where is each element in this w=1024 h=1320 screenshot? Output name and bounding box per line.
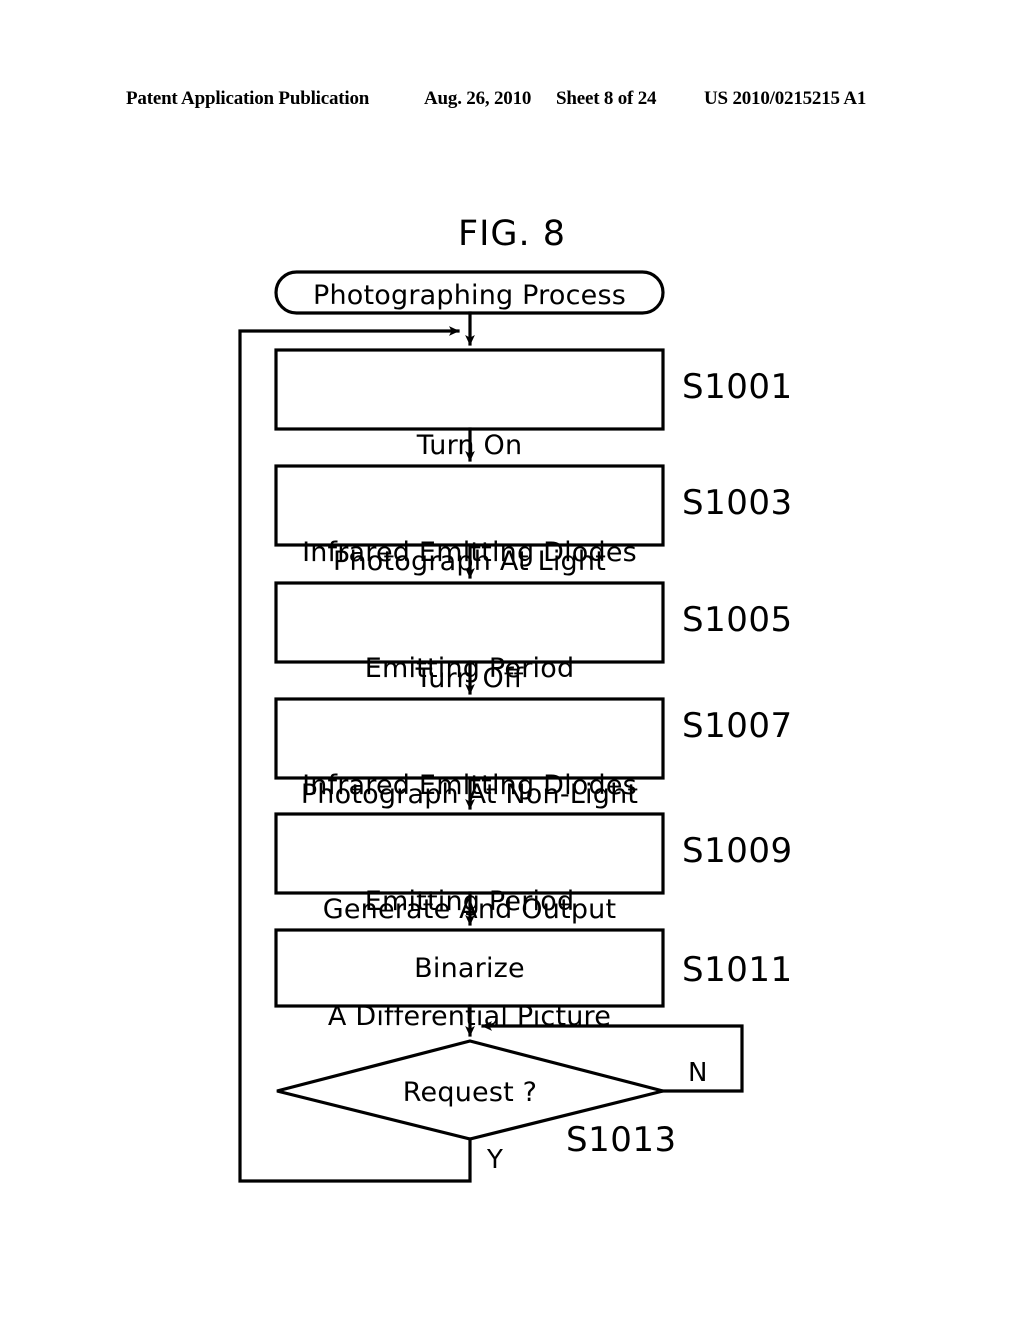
step-label-s1003-line1: Photograph At Light [333, 546, 606, 578]
step-id-s1001: S1001 [682, 367, 793, 407]
step-label-s1009-line2: A Differential Picture [327, 1001, 612, 1033]
step-label-s1007-line1: Photograph At Non-Light [300, 779, 639, 811]
step-id-s1011: S1011 [682, 950, 793, 990]
decision-branch-yes-label: Y [487, 1145, 503, 1175]
decision-branch-no-label: N [688, 1058, 708, 1088]
step-id-s1013: S1013 [566, 1120, 677, 1160]
step-label-s1009-line1: Generate And Output [322, 894, 617, 926]
step-label-s1005-line1: Turn Off [415, 663, 524, 695]
step-id-s1007: S1007 [682, 706, 793, 746]
step-id-s1003: S1003 [682, 483, 793, 523]
decision-label-s1013: Request ? [402, 1077, 538, 1108]
step-id-s1005: S1005 [682, 600, 793, 640]
step-label-s1011: Binarize [414, 953, 525, 984]
step-id-s1009: S1009 [682, 831, 793, 871]
flowchart-figure: FIG. 8 Photographing Process Turn On Inf… [0, 0, 1024, 1320]
step-label-s1001-line1: Turn On [416, 430, 523, 462]
start-terminal-label: Photographing Process [312, 280, 626, 311]
